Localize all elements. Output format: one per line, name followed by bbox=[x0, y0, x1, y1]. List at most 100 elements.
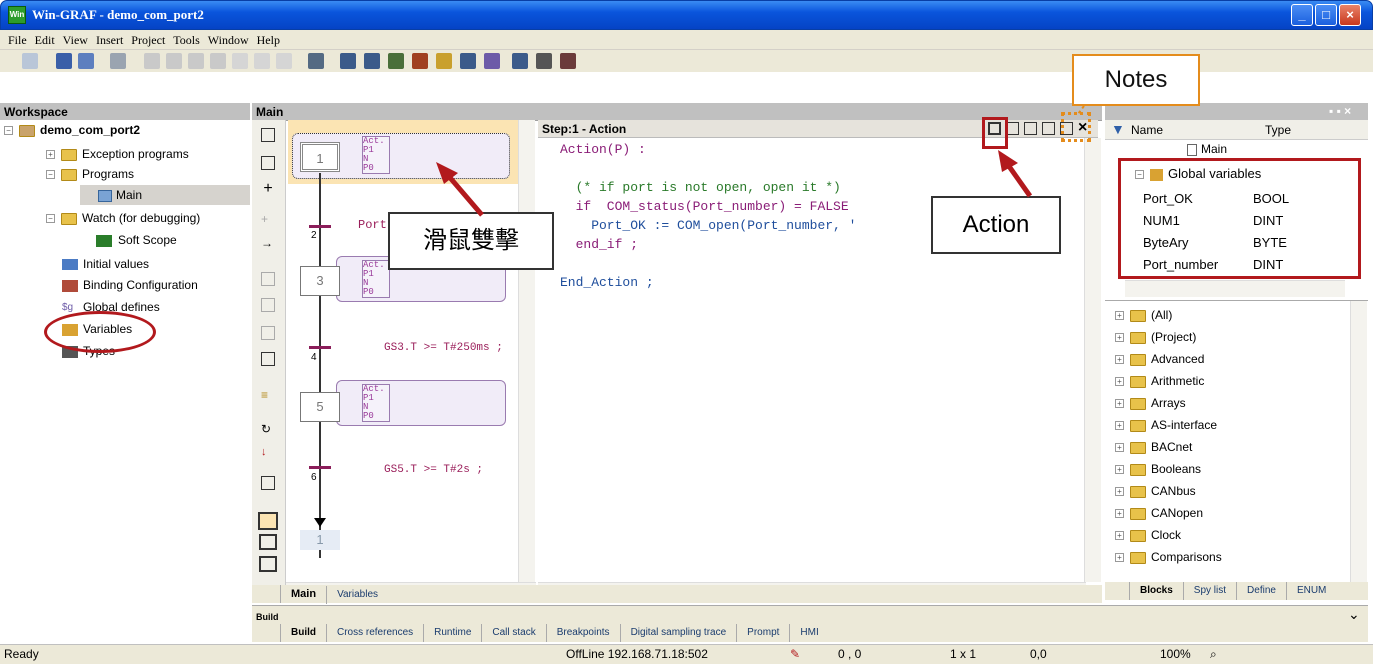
menu-view[interactable]: View bbox=[63, 30, 88, 50]
tab-hmi[interactable]: HMI bbox=[789, 624, 828, 642]
menu-tools[interactable]: Tools bbox=[173, 30, 200, 50]
print-icon[interactable] bbox=[110, 53, 126, 69]
lib-item[interactable]: + CANopen bbox=[1115, 502, 1203, 524]
run-icon[interactable] bbox=[560, 53, 576, 69]
step-5[interactable]: 5 bbox=[300, 392, 340, 422]
undo-icon[interactable] bbox=[254, 53, 270, 69]
lib-item[interactable]: + Arithmetic bbox=[1115, 370, 1204, 392]
transition-2[interactable] bbox=[309, 225, 331, 228]
jump-target[interactable]: 1 bbox=[300, 530, 340, 550]
lib-item[interactable]: + Arrays bbox=[1115, 392, 1186, 414]
tab-call-stack[interactable]: Call stack bbox=[481, 624, 545, 642]
save-as-icon[interactable] bbox=[78, 53, 94, 69]
sort-icon[interactable]: ↓ bbox=[261, 446, 275, 460]
defines-icon[interactable] bbox=[484, 53, 500, 69]
panel-controls-icon[interactable]: ▪ ▪ × bbox=[1329, 104, 1351, 118]
menu-window[interactable]: Window bbox=[208, 30, 249, 50]
tree-initial-values[interactable]: Initial values bbox=[62, 254, 149, 274]
tree-main[interactable]: Main bbox=[80, 185, 250, 205]
lib-item[interactable]: + Booleans bbox=[1115, 458, 1201, 480]
align-tool-icon[interactable] bbox=[261, 326, 275, 340]
tab-prompt[interactable]: Prompt bbox=[736, 624, 789, 642]
home-icon[interactable] bbox=[436, 53, 452, 69]
maximize-button[interactable]: □ bbox=[1315, 4, 1337, 26]
view-single-icon[interactable] bbox=[258, 512, 278, 530]
step-1[interactable]: 1 bbox=[300, 142, 340, 172]
menu-edit[interactable]: Edit bbox=[35, 30, 55, 50]
paste-icon[interactable] bbox=[188, 53, 204, 69]
tab-digital-sampling-trace[interactable]: Digital sampling trace bbox=[619, 624, 737, 642]
tree-watch[interactable]: − Watch (for debugging) bbox=[46, 208, 200, 228]
lib-item[interactable]: + AS-interface bbox=[1115, 414, 1217, 436]
monitor-icon[interactable] bbox=[412, 53, 428, 69]
menu-insert[interactable]: Insert bbox=[96, 30, 123, 50]
tab-enum[interactable]: ENUM bbox=[1285, 582, 1336, 600]
tree-programs[interactable]: − Programs bbox=[46, 164, 134, 184]
tab-cross-references[interactable]: Cross references bbox=[326, 624, 423, 642]
list-icon[interactable] bbox=[460, 53, 476, 69]
grid-icon[interactable] bbox=[340, 53, 356, 69]
main-div-icon[interactable] bbox=[261, 272, 275, 286]
view-split-icon[interactable] bbox=[259, 534, 277, 550]
layout-icon[interactable] bbox=[512, 53, 528, 69]
tree-exception-programs[interactable]: + Exception programs bbox=[46, 144, 189, 164]
lib-item[interactable]: + Advanced bbox=[1115, 348, 1204, 370]
lib-item[interactable]: + (All) bbox=[1115, 304, 1172, 326]
close-button[interactable]: × bbox=[1339, 4, 1361, 26]
p1-view-icon[interactable] bbox=[1024, 122, 1037, 135]
tab-build[interactable]: Build bbox=[280, 624, 326, 642]
transition-4[interactable] bbox=[309, 346, 331, 349]
download-icon[interactable] bbox=[536, 53, 552, 69]
refresh-icon[interactable]: ↻ bbox=[261, 422, 275, 436]
binoculars-icon[interactable]: ⌕ bbox=[1210, 645, 1217, 664]
lib-item[interactable]: + Clock bbox=[1115, 524, 1181, 546]
tree-root[interactable]: − demo_com_port2 bbox=[4, 120, 140, 140]
edit-tool-icon[interactable]: ≡ bbox=[261, 388, 275, 402]
tree-binding-configuration[interactable]: Binding Configuration bbox=[62, 275, 198, 295]
init-step-icon[interactable] bbox=[261, 156, 275, 170]
lib-item[interactable]: + CANbus bbox=[1115, 480, 1196, 502]
network-icon[interactable] bbox=[364, 53, 380, 69]
menu-file[interactable]: File bbox=[8, 30, 27, 50]
action-vscroll[interactable] bbox=[1084, 138, 1101, 582]
tab-breakpoints[interactable]: Breakpoints bbox=[545, 624, 620, 642]
new-icon[interactable] bbox=[22, 53, 38, 69]
redo-icon[interactable] bbox=[276, 53, 292, 69]
menu-project[interactable]: Project bbox=[131, 30, 165, 50]
build-icon[interactable] bbox=[308, 53, 324, 69]
tab-define[interactable]: Define bbox=[1236, 582, 1286, 600]
lib-item[interactable]: + (Project) bbox=[1115, 326, 1196, 348]
tab-spy-list[interactable]: Spy list bbox=[1182, 582, 1236, 600]
cut-icon[interactable] bbox=[144, 53, 160, 69]
minimize-button[interactable]: _ bbox=[1291, 4, 1313, 26]
tab-runtime[interactable]: Runtime bbox=[423, 624, 481, 642]
jump-tool-icon[interactable]: + bbox=[261, 212, 275, 226]
collapse-icon[interactable]: ⌄ bbox=[1348, 606, 1360, 623]
save-icon[interactable] bbox=[56, 53, 72, 69]
tab-blocks[interactable]: Blocks bbox=[1129, 582, 1183, 600]
lib-item[interactable]: + BACnet bbox=[1115, 436, 1192, 458]
filter-icon[interactable]: ▼ bbox=[1111, 121, 1125, 137]
lib-item[interactable]: + Comparisons bbox=[1115, 546, 1222, 568]
menu-help[interactable]: Help bbox=[257, 30, 280, 50]
tab-variables[interactable]: Variables bbox=[326, 586, 388, 604]
transition-tool-icon[interactable]: + bbox=[261, 181, 275, 197]
sfc-vscroll[interactable] bbox=[518, 120, 535, 582]
copy-icon[interactable] bbox=[166, 53, 182, 69]
step-3[interactable]: 3 bbox=[300, 266, 340, 296]
conv-tool-icon[interactable] bbox=[261, 298, 275, 312]
comment-tool-icon[interactable] bbox=[261, 352, 275, 366]
transition-6[interactable] bbox=[309, 466, 331, 469]
tab-main[interactable]: Main bbox=[280, 585, 326, 603]
delete-icon[interactable] bbox=[210, 53, 226, 69]
var-hscroll[interactable] bbox=[1125, 280, 1345, 297]
step-tool-icon[interactable] bbox=[261, 128, 275, 142]
library-vscroll[interactable] bbox=[1350, 301, 1367, 582]
p0-view-icon[interactable] bbox=[1042, 122, 1055, 135]
view-list-icon[interactable] bbox=[259, 556, 277, 572]
binding-icon[interactable] bbox=[388, 53, 404, 69]
div-tool-icon[interactable]: → bbox=[261, 236, 275, 250]
delete-all-icon[interactable] bbox=[232, 53, 248, 69]
tag-icon[interactable] bbox=[261, 476, 275, 490]
tree-soft-scope[interactable]: Soft Scope bbox=[96, 230, 177, 250]
